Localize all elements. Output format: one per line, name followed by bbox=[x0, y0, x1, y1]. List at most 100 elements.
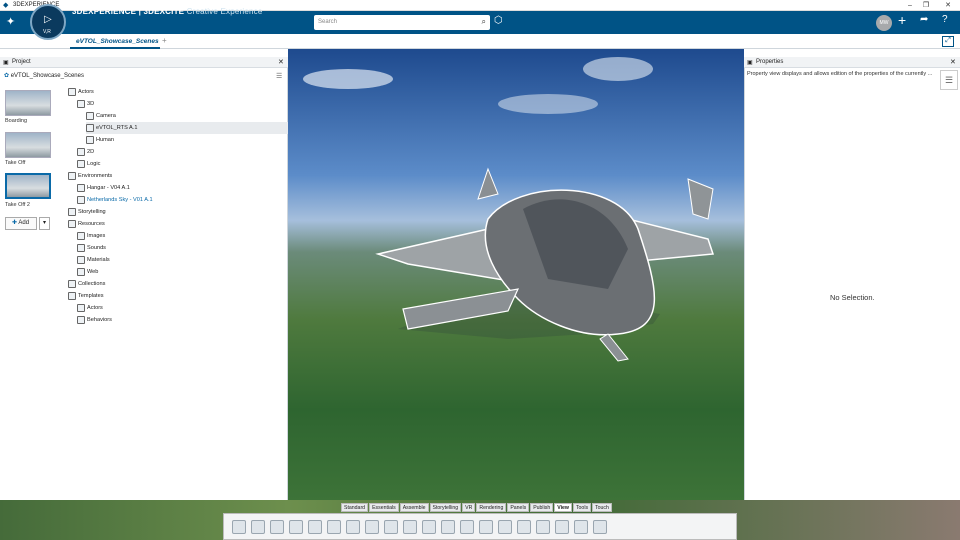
tree-item[interactable]: Environments bbox=[68, 170, 112, 182]
search-box[interactable]: Search ⌕ bbox=[314, 15, 490, 30]
rotate-icon[interactable] bbox=[403, 519, 417, 534]
properties-panel bbox=[744, 57, 960, 500]
tab-assemble[interactable]: Assemble bbox=[399, 503, 429, 512]
3d-viewport[interactable] bbox=[288, 49, 744, 500]
tree-item[interactable]: Collections bbox=[68, 278, 105, 290]
view-icon[interactable] bbox=[460, 519, 474, 534]
scene-thumb-takeoff2[interactable] bbox=[5, 173, 51, 199]
box-icon[interactable] bbox=[593, 519, 607, 534]
tree-item-label: Web bbox=[87, 269, 99, 275]
display-icon[interactable] bbox=[536, 519, 550, 534]
tree-item[interactable]: eVTOL_RTS A.1 bbox=[86, 122, 288, 134]
tab-storytelling[interactable]: Storytelling bbox=[429, 503, 462, 512]
scene-label: Take Off 2 bbox=[5, 202, 30, 208]
hexagon-icon[interactable] bbox=[555, 519, 569, 534]
avatar[interactable]: MW bbox=[876, 15, 892, 31]
filter-icon[interactable]: ☰ bbox=[276, 72, 282, 80]
tab-essentials[interactable]: Essentials bbox=[369, 503, 399, 512]
add-tab-icon[interactable]: + bbox=[162, 36, 167, 45]
project-panel-header: ▣ Project ✕ bbox=[0, 57, 288, 68]
share-icon[interactable]: ➦ bbox=[920, 14, 928, 25]
tree-item[interactable]: Camera bbox=[86, 110, 116, 122]
tree-item[interactable]: Behaviors bbox=[77, 314, 112, 326]
tree-item[interactable]: Templates bbox=[68, 290, 104, 302]
project-root[interactable]: ✿ eVTOL_Showcase_Scenes bbox=[4, 72, 84, 79]
tab-view[interactable]: View bbox=[554, 503, 572, 512]
tab-tools[interactable]: Tools bbox=[572, 503, 592, 512]
brand-light: Creative Experience bbox=[186, 7, 263, 16]
layout-icon[interactable] bbox=[574, 519, 588, 534]
root-icon: ✿ bbox=[4, 73, 10, 79]
tab-rendering[interactable]: Rendering bbox=[476, 503, 507, 512]
help-icon[interactable]: ? bbox=[942, 14, 948, 25]
tree-item-label: Collections bbox=[78, 281, 106, 287]
tree-item[interactable]: Human bbox=[86, 134, 114, 146]
tree-item[interactable]: Web bbox=[77, 266, 98, 278]
scene-thumb-boarding[interactable] bbox=[5, 90, 51, 116]
tab-panels[interactable]: Panels bbox=[507, 503, 530, 512]
tree-item[interactable]: Netherlands Sky - V01 A.1 bbox=[77, 194, 153, 206]
tree-node-icon bbox=[77, 99, 85, 108]
cut-icon[interactable] bbox=[232, 519, 246, 534]
tree-item-label: Images bbox=[87, 233, 106, 239]
tree-item[interactable]: Storytelling bbox=[68, 206, 106, 218]
tree-item[interactable]: Actors bbox=[68, 86, 94, 98]
add-scene-dropdown[interactable]: ▾ bbox=[39, 217, 50, 230]
copy-icon[interactable] bbox=[251, 519, 265, 534]
add-scene-button[interactable]: ✚ Add bbox=[5, 217, 37, 230]
tab-vr[interactable]: VR bbox=[462, 503, 476, 512]
tree-item[interactable]: 3D bbox=[77, 98, 94, 110]
tab-evtol-showcase[interactable]: eVTOL_Showcase_Scenes bbox=[70, 34, 160, 49]
paste-icon[interactable] bbox=[270, 519, 284, 534]
tree-item[interactable]: Hangar - V04 A.1 bbox=[77, 182, 130, 194]
tab-touch[interactable]: Touch bbox=[592, 503, 612, 512]
tag-icon[interactable]: ⬡ bbox=[494, 15, 503, 26]
search-icon[interactable]: ⌕ bbox=[482, 17, 486, 27]
tree-node-icon bbox=[68, 219, 76, 228]
maximize-button[interactable]: ❐ bbox=[916, 0, 936, 11]
database-icon[interactable] bbox=[498, 519, 512, 534]
tree-item[interactable]: Images bbox=[77, 230, 105, 242]
properties-title: Properties bbox=[756, 59, 784, 65]
properties-close[interactable]: ✕ bbox=[950, 58, 956, 66]
play-icon: ▷ bbox=[44, 14, 52, 25]
tab-standard[interactable]: Standard bbox=[341, 503, 369, 512]
settings-icon[interactable] bbox=[517, 519, 531, 534]
tree-node-icon bbox=[77, 243, 85, 252]
tree-item-label: Camera bbox=[96, 113, 116, 119]
evtol-aircraft[interactable] bbox=[288, 49, 744, 500]
compass-button[interactable]: ▷ V,R bbox=[30, 4, 66, 40]
search-input[interactable]: Search bbox=[318, 19, 337, 25]
camera-icon[interactable] bbox=[441, 519, 455, 534]
close-button[interactable]: ✕ bbox=[938, 0, 958, 11]
action-bar-tabs: Standard Essentials Assemble Storytelling VR… bbox=[341, 503, 613, 512]
pan-icon[interactable] bbox=[384, 519, 398, 534]
pencil-icon[interactable] bbox=[346, 519, 360, 534]
cube-icon[interactable] bbox=[479, 519, 493, 534]
tree-node-icon bbox=[77, 195, 85, 204]
tree-item[interactable]: Sounds bbox=[77, 242, 106, 254]
zoom-icon[interactable] bbox=[365, 519, 379, 534]
properties-menu-icon[interactable]: ☰ bbox=[940, 70, 958, 90]
tree-item-label: Behaviors bbox=[87, 317, 112, 323]
tree-node-icon bbox=[77, 315, 85, 324]
add-icon[interactable]: + bbox=[898, 12, 906, 28]
scene-thumb-takeoff[interactable] bbox=[5, 132, 51, 158]
brand-title: 3DEXPERIENCE | 3DEXCITE Creative Experie… bbox=[72, 7, 262, 16]
tree-item[interactable]: Actors bbox=[77, 302, 103, 314]
edit-icon[interactable] bbox=[327, 519, 341, 534]
project-panel-close[interactable]: ✕ bbox=[278, 58, 284, 66]
tree-icon[interactable] bbox=[308, 519, 322, 534]
tree-item[interactable]: Materials bbox=[77, 254, 110, 266]
tree-item-label: Templates bbox=[78, 293, 104, 299]
properties-icon: ▣ bbox=[747, 60, 753, 66]
tree-item[interactable]: 2D bbox=[77, 146, 94, 158]
undo-icon[interactable] bbox=[289, 519, 303, 534]
tree-item[interactable]: Logic bbox=[77, 158, 100, 170]
fit-icon[interactable] bbox=[422, 519, 436, 534]
tab-publish[interactable]: Publish bbox=[530, 503, 554, 512]
tree-item-label: Resources bbox=[78, 221, 105, 227]
tree-node-icon bbox=[86, 111, 94, 120]
fullscreen-icon[interactable]: ⤢ bbox=[942, 36, 954, 47]
tree-item[interactable]: Resources bbox=[68, 218, 105, 230]
